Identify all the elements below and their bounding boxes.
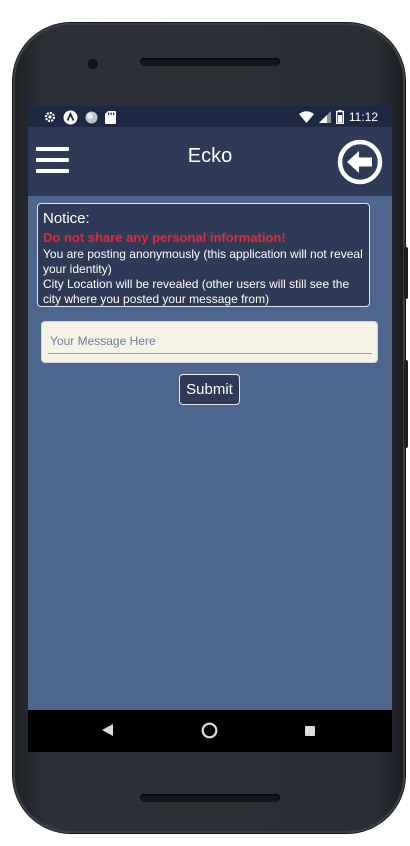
notice-anonymous-text: You are posting anonymously (this applic…: [43, 247, 363, 276]
back-arrow-icon[interactable]: [337, 139, 383, 185]
front-camera: [88, 59, 98, 69]
earpiece-speaker: [140, 58, 280, 66]
notice-box: Notice: Do not share any personal inform…: [37, 203, 370, 307]
screen: 11:12 Ecko Notice: Do not share any pers…: [28, 106, 392, 752]
nav-home-icon[interactable]: [201, 722, 218, 739]
nav-back-icon[interactable]: [102, 724, 113, 736]
status-right-icons: 11:12: [298, 109, 378, 125]
settings-icon: [44, 111, 56, 123]
sd-card-icon: [105, 110, 116, 124]
status-time: 11:12: [348, 110, 378, 124]
power-button: [404, 247, 408, 299]
dot-icon: [85, 111, 98, 123]
message-input[interactable]: [48, 329, 372, 354]
a-circle-icon: [63, 110, 78, 124]
wifi-icon: [298, 111, 314, 123]
bottom-speaker: [140, 794, 280, 802]
status-bar: 11:12: [28, 106, 392, 127]
notice-warning: Do not share any personal information!: [43, 230, 286, 245]
navigation-bar: [28, 710, 392, 752]
main-content: Notice: Do not share any personal inform…: [28, 196, 392, 710]
volume-button: [404, 360, 408, 448]
message-box: [41, 321, 378, 363]
status-left-icons: [44, 109, 116, 125]
notice-title: Notice:: [43, 210, 90, 227]
battery-icon: [335, 110, 344, 124]
app-bar: Ecko: [28, 127, 392, 196]
nav-recents-icon[interactable]: [305, 726, 315, 736]
signal-icon: [318, 111, 331, 123]
submit-button[interactable]: Submit: [179, 374, 240, 405]
notice-location-text: City Location will be revealed (other us…: [43, 277, 350, 306]
